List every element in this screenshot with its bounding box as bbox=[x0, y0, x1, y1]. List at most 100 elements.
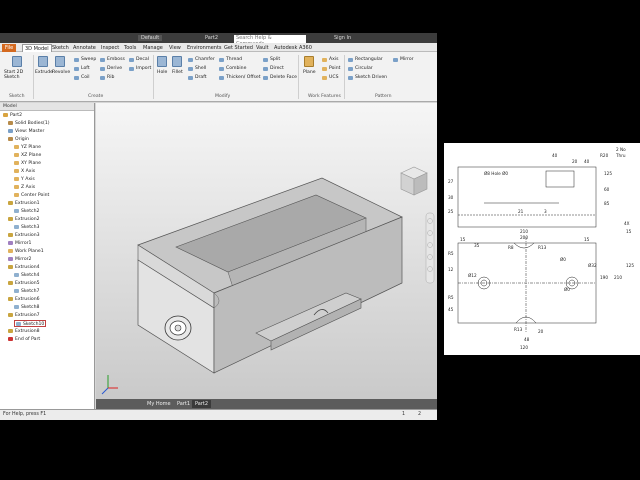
ucs-icon bbox=[322, 76, 327, 80]
tree-item[interactable]: Extrusion3 bbox=[8, 232, 40, 239]
workspace-select[interactable]: Default bbox=[138, 35, 163, 41]
shell-button[interactable]: Shell bbox=[195, 66, 206, 71]
part-model[interactable] bbox=[96, 103, 437, 399]
rectangular-pattern-button[interactable]: Rectangular bbox=[355, 57, 383, 62]
tab-part2[interactable]: Part2 bbox=[192, 400, 212, 408]
plane-icon[interactable] bbox=[304, 56, 314, 67]
tree-item[interactable]: Origin bbox=[8, 136, 29, 143]
delete-face-icon bbox=[263, 76, 268, 80]
tab-view[interactable]: View bbox=[167, 44, 183, 52]
tab-file[interactable]: File bbox=[2, 44, 16, 52]
fillet-icon[interactable] bbox=[172, 56, 182, 67]
tree-item-part[interactable]: Part2 bbox=[3, 112, 22, 119]
tree-item[interactable]: XY Plane bbox=[14, 160, 41, 167]
tree-item[interactable]: Extrusion1 bbox=[8, 200, 40, 207]
tree-item[interactable]: Extrusion8 bbox=[8, 328, 40, 335]
tab-get-started[interactable]: Get Started bbox=[222, 44, 255, 52]
tree-item[interactable]: Work Plane1 bbox=[8, 248, 44, 255]
tab-my-home[interactable]: My Home bbox=[144, 400, 174, 408]
tab-tools[interactable]: Tools bbox=[122, 44, 138, 52]
tree-item[interactable]: Z Axis bbox=[14, 184, 35, 191]
engineering-drawing: 40 R20 2 No Thru 20 40 27 30 25 125 60 8… bbox=[448, 147, 634, 350]
tree-item[interactable]: X Axis bbox=[14, 168, 35, 175]
rib-button[interactable]: Rib bbox=[107, 75, 114, 80]
tree-item[interactable]: Mirror2 bbox=[8, 256, 31, 263]
tab-inspect[interactable]: Inspect bbox=[99, 44, 121, 52]
divider bbox=[33, 55, 34, 99]
dimension-label: Ø0 bbox=[560, 257, 566, 262]
chamfer-button[interactable]: Chamfer bbox=[195, 57, 215, 62]
point-button[interactable]: Point bbox=[329, 66, 340, 71]
ucs-button[interactable]: UCS bbox=[329, 75, 339, 80]
tab-annotate[interactable]: Annotate bbox=[71, 44, 98, 52]
tree-item[interactable]: YZ Plane bbox=[14, 144, 41, 151]
tree-item[interactable]: Y Axis bbox=[14, 176, 35, 183]
tab-a360[interactable]: Autodesk A360 bbox=[272, 44, 314, 52]
tree-item[interactable]: Sketch8 bbox=[14, 304, 39, 311]
front-view-outline bbox=[457, 166, 597, 228]
tree-item[interactable]: Extrusion5 bbox=[8, 280, 40, 287]
tab-sketch[interactable]: Sketch bbox=[50, 44, 71, 52]
sketch-driven-button[interactable]: Sketch Driven bbox=[355, 75, 387, 80]
dimension-label: R13 bbox=[514, 327, 523, 332]
tab-part1[interactable]: Part1 bbox=[174, 400, 193, 408]
tree-item[interactable]: Center Point bbox=[14, 192, 49, 199]
tab-manage[interactable]: Manage bbox=[141, 44, 165, 52]
tree-item-selected[interactable]: Sketch10 bbox=[14, 320, 47, 327]
thread-icon bbox=[219, 58, 224, 62]
draft-button[interactable]: Draft bbox=[195, 75, 207, 80]
tree-item[interactable]: Extrusion2 bbox=[8, 216, 40, 223]
tab-3d-model[interactable]: 3D Model bbox=[22, 44, 52, 52]
dimension-label: 60 bbox=[604, 187, 610, 192]
tree-item[interactable]: Extrusion6 bbox=[8, 296, 40, 303]
extrusion-icon bbox=[8, 200, 13, 205]
loft-button[interactable]: Loft bbox=[81, 66, 90, 71]
revolve-icon[interactable] bbox=[55, 56, 65, 67]
coil-button[interactable]: Coil bbox=[81, 75, 90, 80]
import-button[interactable]: Import bbox=[136, 66, 151, 71]
delete-face-button[interactable]: Delete Face bbox=[270, 75, 297, 80]
extrude-button[interactable]: Extrude bbox=[35, 70, 53, 75]
dimension-label: R8 bbox=[508, 245, 514, 250]
3d-viewport[interactable] bbox=[96, 103, 437, 409]
emboss-button[interactable]: Emboss bbox=[107, 57, 125, 62]
sweep-button[interactable]: Sweep bbox=[81, 57, 96, 62]
ribbon-panel: Start 2D Sketch Sketch Extrude Revolve S… bbox=[0, 52, 437, 102]
fillet-button[interactable]: Fillet bbox=[172, 70, 183, 75]
tab-environments[interactable]: Environments bbox=[185, 44, 224, 52]
tree-item[interactable]: Sketch4 bbox=[14, 272, 39, 279]
decal-button[interactable]: Decal bbox=[136, 57, 149, 62]
mirror-button[interactable]: Mirror bbox=[400, 57, 414, 62]
dimension-label: 85 bbox=[604, 201, 610, 206]
hole-icon[interactable] bbox=[157, 56, 167, 67]
thread-button[interactable]: Thread bbox=[226, 57, 242, 62]
tree-item[interactable]: Solid Bodies(1) bbox=[8, 120, 50, 127]
tree-item[interactable]: End of Part bbox=[8, 336, 40, 343]
circular-pattern-button[interactable]: Circular bbox=[355, 66, 373, 71]
split-button[interactable]: Split bbox=[270, 57, 280, 62]
direct-button[interactable]: Direct bbox=[270, 66, 284, 71]
revolve-button[interactable]: Revolve bbox=[52, 70, 70, 75]
combine-button[interactable]: Combine bbox=[226, 66, 246, 71]
tree-item[interactable]: Mirror1 bbox=[8, 240, 31, 247]
tree-item[interactable]: Extrusion7 bbox=[8, 312, 40, 319]
extrude-icon[interactable] bbox=[38, 56, 48, 67]
tree-item[interactable]: Sketch3 bbox=[14, 224, 39, 231]
tree-item[interactable]: XZ Plane bbox=[14, 152, 41, 159]
sketch-icon[interactable] bbox=[12, 56, 22, 67]
tree-item[interactable]: Extrusion4 bbox=[8, 264, 40, 271]
derive-button[interactable]: Derive bbox=[107, 66, 122, 71]
plane-button[interactable]: Plane bbox=[303, 70, 316, 75]
tree-item[interactable]: Sketch7 bbox=[14, 288, 39, 295]
thicken-offset-button[interactable]: Thicken/ Offset bbox=[226, 75, 261, 80]
dimension-label: 40 bbox=[584, 159, 590, 164]
hole-button[interactable]: Hole bbox=[157, 70, 167, 75]
axis-button[interactable]: Axis bbox=[329, 57, 339, 62]
sign-in-link[interactable]: Sign In bbox=[334, 35, 351, 41]
start-sketch-button[interactable]: Start 2D Sketch bbox=[4, 70, 32, 80]
sketch-group-label: Sketch bbox=[9, 94, 25, 99]
tree-item[interactable]: Sketch2 bbox=[14, 208, 39, 215]
tree-item[interactable]: View: Master bbox=[8, 128, 44, 135]
tab-vault[interactable]: Vault bbox=[254, 44, 271, 52]
dimension-label: R5 bbox=[448, 295, 454, 300]
